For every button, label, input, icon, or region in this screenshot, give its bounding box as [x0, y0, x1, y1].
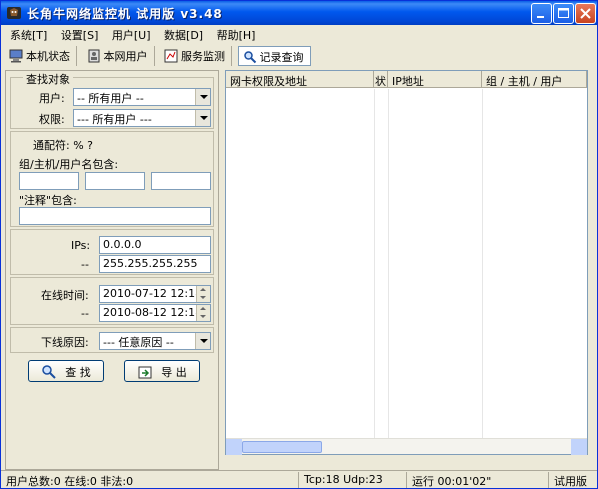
permission-dropdown-value: --- 所有用户 ---	[77, 113, 152, 126]
note-filter-input[interactable]	[19, 207, 211, 225]
tab-label: 记录查询	[259, 51, 304, 64]
find-button[interactable]: 查 找	[28, 360, 104, 382]
menu-help[interactable]: 帮助[H]	[212, 26, 261, 43]
target-group: 查找对象 用户: -- 所有用户 -- 权限: --- 所有用户 ---	[10, 71, 214, 129]
user-dropdown[interactable]: -- 所有用户 --	[73, 88, 211, 106]
tab-label: 本机状态	[26, 50, 70, 63]
tab-label: 服务监测	[181, 50, 225, 63]
chevron-down-icon[interactable]	[195, 110, 210, 126]
note-contains-label: "注释"包含:	[19, 194, 77, 207]
ip-to-input[interactable]: 255.255.255.255	[99, 255, 211, 273]
group-filter-input[interactable]	[19, 172, 79, 190]
status-edition: 试用版	[554, 475, 587, 488]
target-group-legend: 查找对象	[23, 71, 73, 87]
username-filter-input[interactable]	[151, 172, 211, 190]
tab-local-status[interactable]: 本机状态	[5, 46, 77, 66]
window-title: 长角牛网络监控机 试用版 v3.48	[27, 7, 223, 21]
maximize-button[interactable]	[553, 3, 574, 24]
list-gridlines	[374, 89, 483, 439]
offline-reason-label: 下线原因:	[41, 336, 89, 349]
search-icon	[243, 51, 256, 64]
close-button[interactable]	[575, 3, 596, 24]
user-label: 用户:	[39, 92, 65, 105]
status-bar: 用户总数:0 在线:0 非法:0 Tcp:18 Udp:23 运行 00:01'…	[1, 470, 597, 488]
menu-data[interactable]: 数据[D]	[159, 26, 208, 43]
time-to-value: 2010-08-12 12:18	[103, 306, 203, 319]
menu-system[interactable]: 系统[T]	[5, 26, 52, 43]
tab-record-query[interactable]: 记录查询	[237, 46, 311, 66]
online-time-label: 在线时间:	[41, 289, 89, 302]
search-icon	[42, 365, 56, 379]
ip-range-separator: --	[81, 258, 89, 271]
column-header-mac[interactable]: 网卡权限及地址	[226, 71, 374, 88]
maximize-icon	[558, 8, 569, 18]
offline-reason-dropdown[interactable]: --- 任意原因 --	[99, 332, 211, 350]
chevron-down-icon[interactable]	[195, 89, 210, 105]
tab-service-monitor[interactable]: 服务监测	[160, 46, 232, 66]
export-icon	[138, 366, 152, 379]
ips-label: IPs:	[71, 239, 91, 252]
scroll-left-icon[interactable]	[226, 439, 242, 455]
scroll-thumb[interactable]	[242, 441, 322, 453]
time-range-separator: --	[81, 307, 89, 320]
monitor-icon	[164, 49, 178, 63]
menu-users[interactable]: 用户[U]	[107, 26, 156, 43]
main-window: 长角牛网络监控机 试用版 v3.48 系统[T] 设置[S] 用户[U] 数据[…	[0, 0, 598, 489]
chevron-down-icon[interactable]	[195, 333, 210, 349]
export-button-label: 导 出	[161, 366, 187, 379]
users-icon	[88, 49, 99, 63]
ip-from-input[interactable]: 0.0.0.0	[99, 236, 211, 254]
minimize-button[interactable]	[531, 3, 552, 24]
scroll-right-icon[interactable]	[571, 439, 587, 455]
spinner-icon[interactable]	[196, 305, 210, 321]
menu-bar: 系统[T] 设置[S] 用户[U] 数据[D] 帮助[H]	[5, 26, 260, 43]
results-list[interactable]: 网卡权限及地址 状 IP地址 组 / 主机 / 用户	[225, 70, 588, 455]
time-from-picker[interactable]: 2010-07-12 12:18	[99, 285, 211, 303]
time-to-picker[interactable]: 2010-08-12 12:18	[99, 304, 211, 322]
tab-label: 本网用户	[103, 50, 148, 63]
column-header-group-host-user[interactable]: 组 / 主机 / 用户	[482, 71, 587, 88]
status-user-counts: 用户总数:0 在线:0 非法:0	[3, 472, 299, 488]
name-contains-label: 组/主机/用户名包含:	[19, 158, 119, 171]
time-from-value: 2010-07-12 12:18	[103, 287, 203, 300]
online-time-group: 在线时间: 2010-07-12 12:18 -- 2010-08-12 12:…	[10, 277, 214, 325]
toolbar: 本机状态 本网用户 服务监测 记录查询	[5, 46, 313, 68]
offline-reason-value: --- 任意原因 --	[103, 336, 174, 349]
permission-dropdown[interactable]: --- 所有用户 ---	[73, 109, 211, 127]
computer-icon	[9, 49, 23, 63]
wildcard-hint: 通配符: % ?	[33, 139, 93, 152]
app-icon	[7, 7, 21, 19]
user-dropdown-value: -- 所有用户 --	[77, 92, 144, 105]
minimize-icon	[537, 16, 544, 18]
host-filter-input[interactable]	[85, 172, 145, 190]
find-button-label: 查 找	[65, 366, 91, 379]
name-filter-group: 通配符: % ? 组/主机/用户名包含: "注释"包含:	[10, 131, 214, 227]
tab-network-users[interactable]: 本网用户	[83, 46, 155, 66]
status-tcp-udp: Tcp:18 Udp:23	[301, 472, 407, 488]
permission-label: 权限:	[39, 113, 65, 126]
export-button[interactable]: 导 出	[124, 360, 200, 382]
spinner-icon[interactable]	[196, 286, 210, 302]
list-header: 网卡权限及地址 状 IP地址 组 / 主机 / 用户	[226, 71, 587, 88]
menu-settings[interactable]: 设置[S]	[56, 26, 104, 43]
ip-group: IPs: 0.0.0.0 -- 255.255.255.255	[10, 229, 214, 275]
column-header-ip[interactable]: IP地址	[388, 71, 482, 88]
filter-panel: 查找对象 用户: -- 所有用户 -- 权限: --- 所有用户 --- 通配符…	[5, 70, 219, 470]
horizontal-scrollbar[interactable]	[226, 438, 587, 455]
close-icon	[580, 8, 591, 19]
column-header-status[interactable]: 状	[374, 71, 388, 88]
title-bar[interactable]: 长角牛网络监控机 试用版 v3.48	[1, 1, 597, 25]
offline-reason-group: 下线原因: --- 任意原因 --	[10, 327, 214, 353]
status-runtime: 运行 00:01'02"	[409, 472, 549, 488]
